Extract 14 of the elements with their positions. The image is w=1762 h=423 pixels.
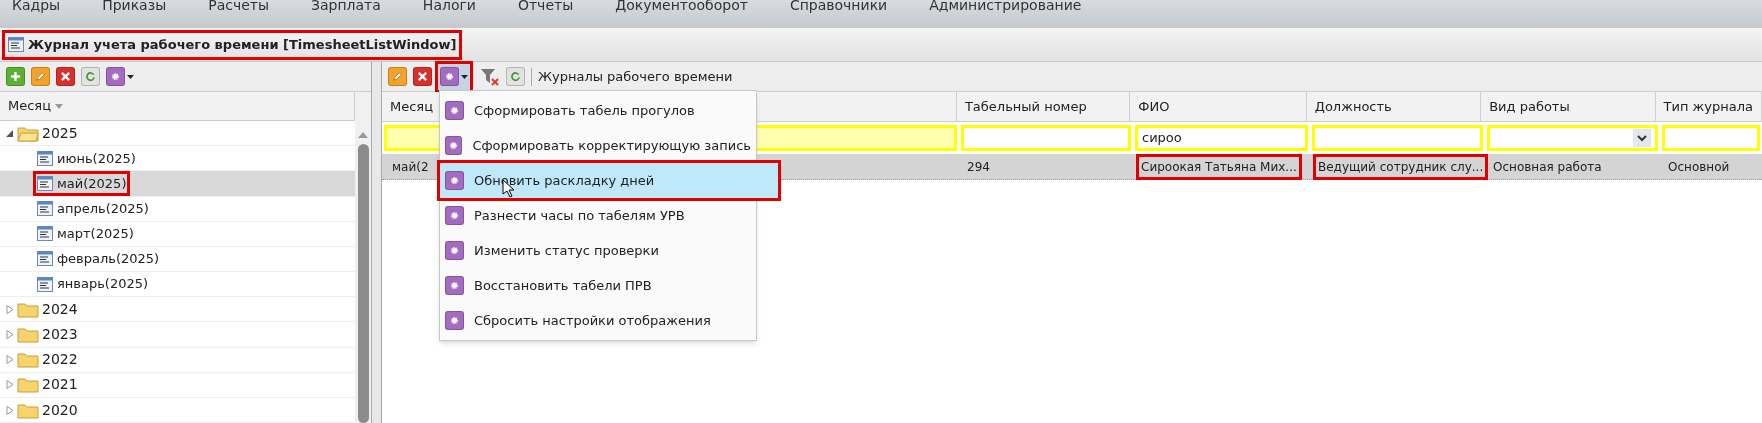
tree-item-label: март(2025) xyxy=(36,224,135,244)
tree-item-label: июнь(2025) xyxy=(36,148,137,169)
table-cell-text: 294 xyxy=(966,158,991,176)
tree-item-label: май(2025) xyxy=(36,173,128,194)
table-cell-text: Основная работа xyxy=(1492,158,1603,176)
tree-item-label: январь(2025) xyxy=(36,274,150,294)
table-cell-text: Основной xyxy=(1667,158,1731,176)
tree-item-label: февраль(2025) xyxy=(36,249,161,269)
window-title: Журнал учета рабочего времени [TimesheetListWindow] xyxy=(2,29,463,60)
table-cell: Сироокая Татьяна Мих... xyxy=(1137,154,1301,179)
toolbar-title: Журналы рабочего времени xyxy=(538,67,733,86)
table-cell-text: май(2 xyxy=(391,158,430,176)
tree-item-label: апрель(2025) xyxy=(36,198,150,219)
table-cell: Ведущий сотрудник слу... xyxy=(1314,154,1488,179)
